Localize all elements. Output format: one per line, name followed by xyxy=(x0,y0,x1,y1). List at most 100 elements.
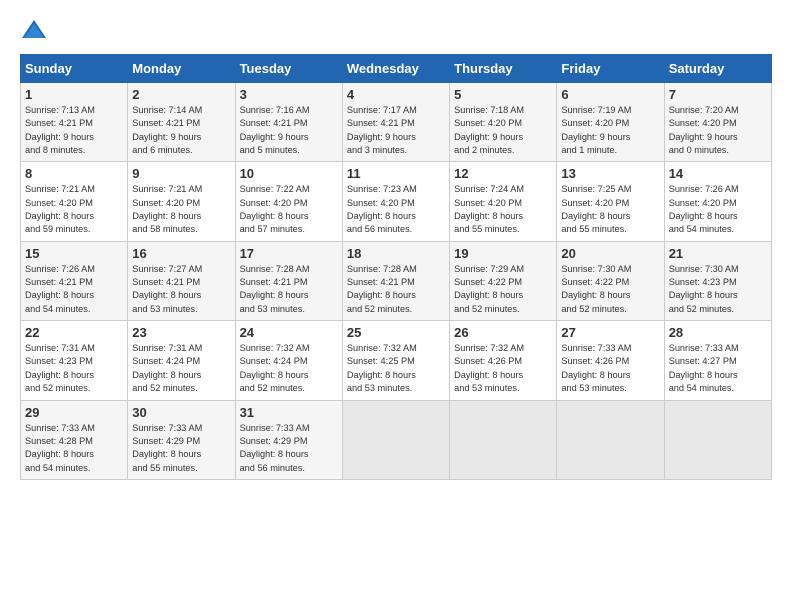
day-cell: 25 Sunrise: 7:32 AM Sunset: 4:25 PM Dayli… xyxy=(342,321,449,400)
day-number: 19 xyxy=(454,246,552,261)
day-cell: 27Sunrise: 7:33 AM Sunset: 4:26 PM Dayli… xyxy=(557,321,664,400)
header xyxy=(20,16,772,44)
logo xyxy=(20,16,52,44)
day-number: 17 xyxy=(240,246,338,261)
col-header-wednesday: Wednesday xyxy=(342,55,449,83)
day-number: 12 xyxy=(454,166,552,181)
col-header-sunday: Sunday xyxy=(21,55,128,83)
day-cell: 30 Sunrise: 7:33 AM Sunset: 4:29 PM Dayli… xyxy=(128,400,235,479)
day-cell: 31 Sunrise: 7:33 AM Sunset: 4:29 PM Dayli… xyxy=(235,400,342,479)
day-cell: 13 Sunrise: 7:25 AM Sunset: 4:20 PM Dayli… xyxy=(557,162,664,241)
day-info: Sunrise: 7:30 AM Sunset: 4:23 PM Dayligh… xyxy=(669,263,767,316)
day-number: 29 xyxy=(25,405,123,420)
day-number: 3 xyxy=(240,87,338,102)
day-number: 25 xyxy=(347,325,445,340)
day-info: Sunrise: 7:26 AM Sunset: 4:21 PM Dayligh… xyxy=(25,263,123,316)
day-cell: 11Sunrise: 7:23 AM Sunset: 4:20 PM Dayli… xyxy=(342,162,449,241)
day-number: 28 xyxy=(669,325,767,340)
day-number: 13 xyxy=(561,166,659,181)
col-header-tuesday: Tuesday xyxy=(235,55,342,83)
week-row-4: 22 Sunrise: 7:31 AM Sunset: 4:23 PM Dayli… xyxy=(21,321,772,400)
day-cell: 6 Sunrise: 7:19 AM Sunset: 4:20 PM Daylig… xyxy=(557,83,664,162)
day-cell: 3 Sunrise: 7:16 AM Sunset: 4:21 PM Daylig… xyxy=(235,83,342,162)
day-cell: 14Sunrise: 7:26 AM Sunset: 4:20 PM Dayli… xyxy=(664,162,771,241)
day-number: 15 xyxy=(25,246,123,261)
day-number: 11 xyxy=(347,166,445,181)
day-info: Sunrise: 7:28 AM Sunset: 4:21 PM Dayligh… xyxy=(347,263,445,316)
day-number: 7 xyxy=(669,87,767,102)
day-cell: 18 Sunrise: 7:28 AM Sunset: 4:21 PM Dayli… xyxy=(342,241,449,320)
col-header-thursday: Thursday xyxy=(450,55,557,83)
day-cell xyxy=(664,400,771,479)
day-info: Sunrise: 7:22 AM Sunset: 4:20 PM Dayligh… xyxy=(240,183,338,236)
day-info: Sunrise: 7:20 AM Sunset: 4:20 PM Dayligh… xyxy=(669,104,767,157)
day-cell: 29 Sunrise: 7:33 AM Sunset: 4:28 PM Dayli… xyxy=(21,400,128,479)
day-number: 21 xyxy=(669,246,767,261)
day-info: Sunrise: 7:30 AM Sunset: 4:22 PM Dayligh… xyxy=(561,263,659,316)
day-cell: 2Sunrise: 7:14 AM Sunset: 4:21 PM Daylig… xyxy=(128,83,235,162)
col-header-saturday: Saturday xyxy=(664,55,771,83)
day-number: 5 xyxy=(454,87,552,102)
day-info: Sunrise: 7:13 AM Sunset: 4:21 PM Dayligh… xyxy=(25,104,123,157)
day-info: Sunrise: 7:16 AM Sunset: 4:21 PM Dayligh… xyxy=(240,104,338,157)
day-number: 24 xyxy=(240,325,338,340)
day-cell: 4Sunrise: 7:17 AM Sunset: 4:21 PM Daylig… xyxy=(342,83,449,162)
week-row-5: 29 Sunrise: 7:33 AM Sunset: 4:28 PM Dayli… xyxy=(21,400,772,479)
day-info: Sunrise: 7:19 AM Sunset: 4:20 PM Dayligh… xyxy=(561,104,659,157)
day-number: 23 xyxy=(132,325,230,340)
day-info: Sunrise: 7:33 AM Sunset: 4:29 PM Dayligh… xyxy=(240,422,338,475)
week-row-2: 8 Sunrise: 7:21 AM Sunset: 4:20 PM Daylig… xyxy=(21,162,772,241)
day-info: Sunrise: 7:33 AM Sunset: 4:28 PM Dayligh… xyxy=(25,422,123,475)
day-cell: 21 Sunrise: 7:30 AM Sunset: 4:23 PM Dayli… xyxy=(664,241,771,320)
day-cell: 16 Sunrise: 7:27 AM Sunset: 4:21 PM Dayli… xyxy=(128,241,235,320)
day-info: Sunrise: 7:17 AM Sunset: 4:21 PM Dayligh… xyxy=(347,104,445,157)
day-number: 30 xyxy=(132,405,230,420)
week-row-3: 15 Sunrise: 7:26 AM Sunset: 4:21 PM Dayli… xyxy=(21,241,772,320)
day-cell: 19 Sunrise: 7:29 AM Sunset: 4:22 PM Dayli… xyxy=(450,241,557,320)
day-number: 18 xyxy=(347,246,445,261)
day-info: Sunrise: 7:28 AM Sunset: 4:21 PM Dayligh… xyxy=(240,263,338,316)
day-cell: 5 Sunrise: 7:18 AM Sunset: 4:20 PM Daylig… xyxy=(450,83,557,162)
day-number: 26 xyxy=(454,325,552,340)
week-row-1: 1 Sunrise: 7:13 AM Sunset: 4:21 PM Daylig… xyxy=(21,83,772,162)
day-cell: 17 Sunrise: 7:28 AM Sunset: 4:21 PM Dayli… xyxy=(235,241,342,320)
day-number: 1 xyxy=(25,87,123,102)
day-number: 20 xyxy=(561,246,659,261)
day-info: Sunrise: 7:24 AM Sunset: 4:20 PM Dayligh… xyxy=(454,183,552,236)
day-info: Sunrise: 7:21 AM Sunset: 4:20 PM Dayligh… xyxy=(132,183,230,236)
page: SundayMondayTuesdayWednesdayThursdayFrid… xyxy=(0,0,792,490)
day-cell: 7 Sunrise: 7:20 AM Sunset: 4:20 PM Daylig… xyxy=(664,83,771,162)
calendar-table: SundayMondayTuesdayWednesdayThursdayFrid… xyxy=(20,54,772,480)
day-cell xyxy=(342,400,449,479)
day-number: 8 xyxy=(25,166,123,181)
day-number: 22 xyxy=(25,325,123,340)
day-info: Sunrise: 7:31 AM Sunset: 4:23 PM Dayligh… xyxy=(25,342,123,395)
day-info: Sunrise: 7:33 AM Sunset: 4:27 PM Dayligh… xyxy=(669,342,767,395)
day-cell: 12 Sunrise: 7:24 AM Sunset: 4:20 PM Dayli… xyxy=(450,162,557,241)
logo-icon xyxy=(20,16,48,44)
day-number: 2 xyxy=(132,87,230,102)
day-number: 6 xyxy=(561,87,659,102)
day-info: Sunrise: 7:27 AM Sunset: 4:21 PM Dayligh… xyxy=(132,263,230,316)
col-header-friday: Friday xyxy=(557,55,664,83)
day-cell xyxy=(557,400,664,479)
day-cell xyxy=(450,400,557,479)
day-info: Sunrise: 7:18 AM Sunset: 4:20 PM Dayligh… xyxy=(454,104,552,157)
day-info: Sunrise: 7:29 AM Sunset: 4:22 PM Dayligh… xyxy=(454,263,552,316)
day-info: Sunrise: 7:32 AM Sunset: 4:25 PM Dayligh… xyxy=(347,342,445,395)
day-cell: 23Sunrise: 7:31 AM Sunset: 4:24 PM Dayli… xyxy=(128,321,235,400)
day-number: 31 xyxy=(240,405,338,420)
day-cell: 28 Sunrise: 7:33 AM Sunset: 4:27 PM Dayli… xyxy=(664,321,771,400)
day-cell: 20 Sunrise: 7:30 AM Sunset: 4:22 PM Dayli… xyxy=(557,241,664,320)
day-cell: 1 Sunrise: 7:13 AM Sunset: 4:21 PM Daylig… xyxy=(21,83,128,162)
day-info: Sunrise: 7:25 AM Sunset: 4:20 PM Dayligh… xyxy=(561,183,659,236)
day-cell: 24Sunrise: 7:32 AM Sunset: 4:24 PM Dayli… xyxy=(235,321,342,400)
header-row: SundayMondayTuesdayWednesdayThursdayFrid… xyxy=(21,55,772,83)
day-info: Sunrise: 7:33 AM Sunset: 4:29 PM Dayligh… xyxy=(132,422,230,475)
day-cell: 22 Sunrise: 7:31 AM Sunset: 4:23 PM Dayli… xyxy=(21,321,128,400)
col-header-monday: Monday xyxy=(128,55,235,83)
day-number: 16 xyxy=(132,246,230,261)
day-info: Sunrise: 7:32 AM Sunset: 4:26 PM Dayligh… xyxy=(454,342,552,395)
day-number: 14 xyxy=(669,166,767,181)
day-number: 10 xyxy=(240,166,338,181)
